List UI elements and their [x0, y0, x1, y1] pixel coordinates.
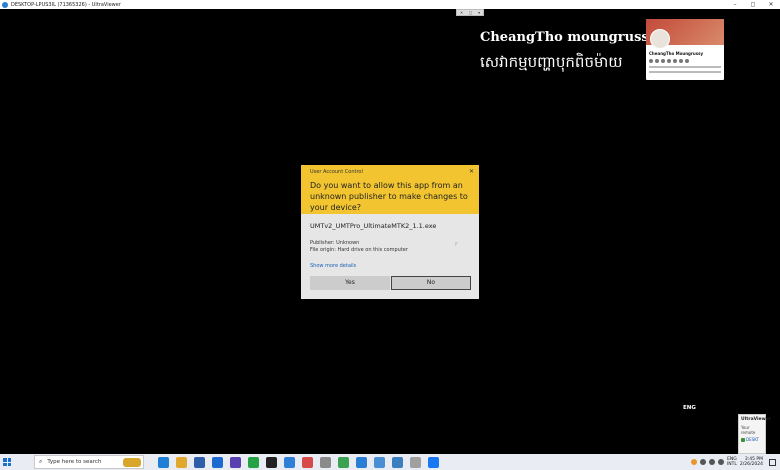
remote-mini-toolbar[interactable]: ✕ ◻ ▾: [456, 9, 484, 16]
taskbar-app-icon[interactable]: [320, 456, 331, 468]
window-controls: – ◻ ✕: [726, 0, 780, 9]
uac-meta: Publisher: Unknown File origin: Hard dri…: [310, 240, 470, 254]
ultraviewer-panel-line: Your remote: [741, 425, 756, 435]
ultraviewer-panel-status: DESKT: [741, 437, 763, 442]
taskbar-app-icon[interactable]: [284, 456, 295, 468]
profile-avatar: [650, 29, 670, 49]
taskbar-app-icon[interactable]: [158, 456, 169, 468]
profile-text-line: [649, 71, 721, 73]
remote-screen[interactable]: ✕ ◻ ▾ CheangTho moungrussy សេវាកម្មបញ្ហា…: [0, 9, 780, 454]
start-button[interactable]: [0, 454, 14, 470]
ultraviewer-side-panel[interactable]: UltraViewer Your remote DESKT: [738, 414, 772, 454]
taskbar-app-icon[interactable]: [248, 456, 259, 468]
profile-cover-image: [646, 19, 724, 49]
maximize-button[interactable]: ◻: [744, 0, 762, 9]
taskbar-clock[interactable]: 3:45 PM 2/26/2024: [740, 457, 763, 467]
profile-friend-avatars: [649, 59, 724, 63]
profile-name: CheangTho Moungrussy: [649, 51, 704, 56]
uac-show-more-details-link[interactable]: Show more details: [310, 263, 470, 269]
uac-file-origin: File origin: Hard drive on this computer: [310, 247, 408, 253]
uac-caption: User Account Control: [310, 169, 363, 175]
toolbar-window-icon[interactable]: ◻: [469, 10, 472, 15]
language-indicator[interactable]: ENG INTL: [727, 457, 737, 467]
yes-button[interactable]: Yes: [310, 276, 390, 290]
taskbar-app-icon[interactable]: [338, 456, 349, 468]
search-placeholder: Type here to search: [47, 459, 102, 465]
window-titlebar: DESKTOP-LPUS3IL (71365326) - UltraViewer…: [0, 0, 780, 9]
minimize-button[interactable]: –: [726, 0, 744, 9]
overlay-subtitle-text: សេវាកម្មបញ្ហាបុកពិចម៉ាយ: [480, 53, 623, 71]
uac-publisher: Publisher: Unknown: [310, 240, 360, 246]
taskbar-app-icon[interactable]: [356, 456, 367, 468]
taskbar-app-icon[interactable]: [392, 456, 403, 468]
uac-question: Do you want to allow this app from an un…: [310, 181, 468, 212]
mouse-cursor-icon: [455, 242, 458, 247]
monitor-icon: [741, 437, 745, 442]
taskbar-app-icon[interactable]: [230, 456, 241, 468]
uac-file-name: UMTv2_UMTPro_UltimateMTK2_1.1.exe: [310, 222, 437, 230]
notification-icon[interactable]: [769, 458, 776, 466]
close-button[interactable]: ✕: [762, 0, 780, 9]
taskbar-app-icon[interactable]: [266, 456, 277, 468]
system-tray: ENG INTL 3:45 PM 2/26/2024: [690, 454, 780, 470]
taskbar-app-icon[interactable]: [176, 456, 187, 468]
taskbar-app-icon[interactable]: [302, 456, 313, 468]
no-button[interactable]: No: [391, 276, 471, 290]
tray-volume-icon[interactable]: [717, 459, 724, 465]
toolbar-close-icon[interactable]: ✕: [460, 10, 463, 15]
taskbar-app-icon[interactable]: [374, 456, 385, 468]
taskbar-app-icon[interactable]: [194, 456, 205, 468]
windows-logo-icon: [3, 458, 11, 466]
uac-close-icon[interactable]: ✕: [469, 168, 474, 175]
uac-dialog: User Account Control ✕ Do you want to al…: [301, 165, 479, 299]
search-highlight-icon: [123, 458, 141, 467]
taskbar-search-box[interactable]: ⌕ Type here to search: [34, 455, 144, 469]
profile-text-line: [649, 66, 721, 68]
taskbar-app-icon[interactable]: [212, 456, 223, 468]
taskbar-app-icons: [158, 456, 439, 468]
remote-language-indicator: ENG: [683, 405, 696, 411]
taskbar-app-icon[interactable]: [410, 456, 421, 468]
search-icon: ⌕: [39, 458, 43, 465]
overlay-name-text: CheangTho moungrussy: [480, 30, 657, 45]
taskbar: ⌕ Type here to search ENG INTL 3:45 PM 2…: [0, 454, 780, 470]
uac-header: User Account Control ✕ Do you want to al…: [301, 165, 479, 214]
tray-chevron-icon[interactable]: [699, 459, 706, 465]
uac-body: UMTv2_UMTPro_UltimateMTK2_1.1.exe Publis…: [301, 214, 479, 269]
profile-card-overlay: CheangTho Moungrussy: [646, 19, 724, 80]
tray-app-icon[interactable]: [690, 459, 697, 465]
window-title: DESKTOP-LPUS3IL (71365326) - UltraViewer: [11, 1, 121, 8]
uac-buttons: Yes No: [310, 276, 471, 290]
toolbar-dropdown-icon[interactable]: ▾: [478, 10, 480, 15]
taskbar-app-icon[interactable]: [428, 456, 439, 468]
ultraviewer-panel-title: UltraViewer: [741, 417, 772, 422]
tray-network-icon[interactable]: [708, 459, 715, 465]
ultraviewer-icon: [2, 1, 8, 8]
clock-date: 2/26/2024: [739, 462, 763, 467]
